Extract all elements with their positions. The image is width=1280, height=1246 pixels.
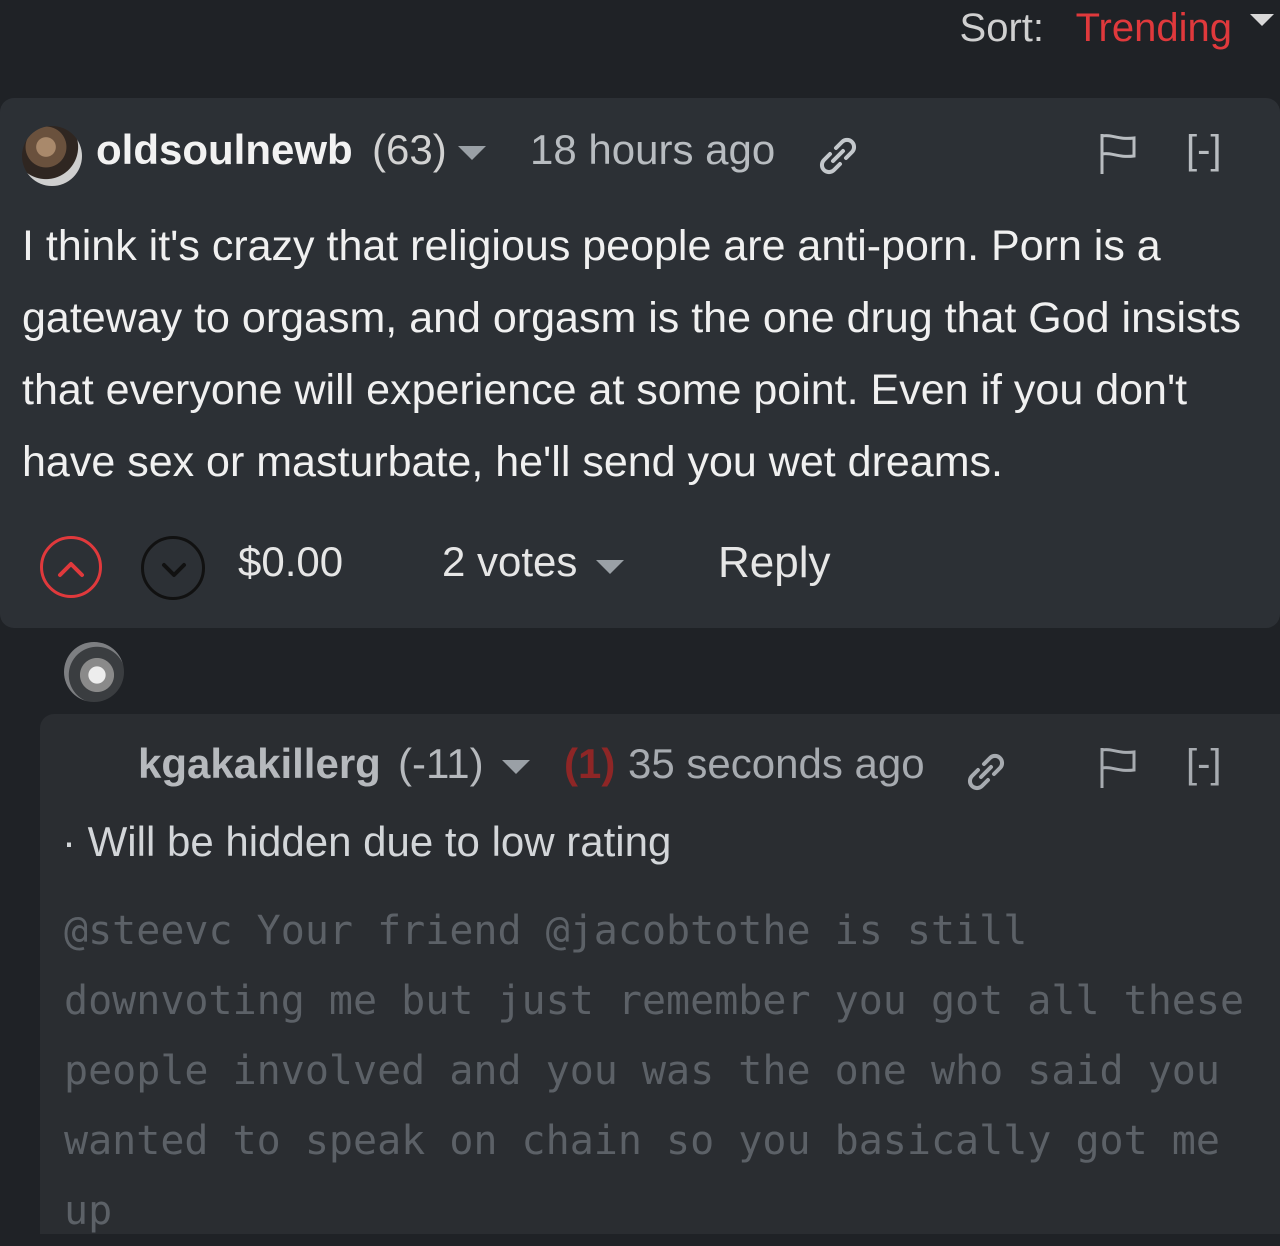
reply-body: @steevc Your friend @jacobtothe is still… bbox=[64, 908, 1269, 1234]
comment-card: oldsoulnewb (63) 18 hours ago [-] I thin… bbox=[0, 98, 1280, 628]
author-reputation: (63) bbox=[372, 126, 447, 173]
link-icon[interactable] bbox=[966, 752, 1006, 792]
comment-body: I think it's crazy that religious people… bbox=[22, 222, 1241, 486]
dropdown-caret-icon[interactable] bbox=[596, 560, 624, 574]
dropdown-caret-icon[interactable] bbox=[502, 760, 530, 774]
avatar[interactable] bbox=[64, 642, 124, 702]
author-reputation: (-11) bbox=[398, 740, 484, 787]
flag-icon[interactable] bbox=[1098, 132, 1138, 176]
sort-dropdown[interactable]: Trending bbox=[1076, 6, 1232, 51]
chevron-down-icon bbox=[162, 563, 186, 577]
collapse-toggle[interactable]: [-] bbox=[1186, 742, 1222, 787]
sort-label: Sort: bbox=[959, 6, 1044, 50]
dropdown-caret-icon[interactable] bbox=[458, 146, 486, 160]
low-rating-notice: · Will be hidden due to low rating bbox=[62, 818, 672, 865]
reply-author[interactable]: kgakakillerg bbox=[138, 740, 381, 788]
chevron-up-icon bbox=[58, 562, 84, 577]
collapse-toggle[interactable]: [-] bbox=[1186, 128, 1222, 173]
vote-count[interactable]: 2 votes bbox=[442, 538, 577, 586]
downvote-button[interactable] bbox=[141, 536, 205, 600]
comment-author[interactable]: oldsoulnewb bbox=[96, 126, 353, 174]
avatar[interactable] bbox=[22, 126, 82, 186]
reply-button[interactable]: Reply bbox=[718, 538, 831, 588]
sort-bar: Sort: Trending bbox=[0, 0, 1280, 60]
comment-timestamp[interactable]: 18 hours ago bbox=[530, 126, 775, 174]
reply-timestamp[interactable]: 35 seconds ago bbox=[628, 740, 925, 788]
status-badge: (1) bbox=[564, 740, 616, 787]
dropdown-caret-icon[interactable] bbox=[1250, 14, 1274, 26]
link-icon[interactable] bbox=[818, 136, 858, 176]
payout-amount[interactable]: $0.00 bbox=[238, 538, 343, 586]
upvote-button[interactable] bbox=[40, 536, 102, 598]
flag-icon[interactable] bbox=[1098, 746, 1138, 790]
